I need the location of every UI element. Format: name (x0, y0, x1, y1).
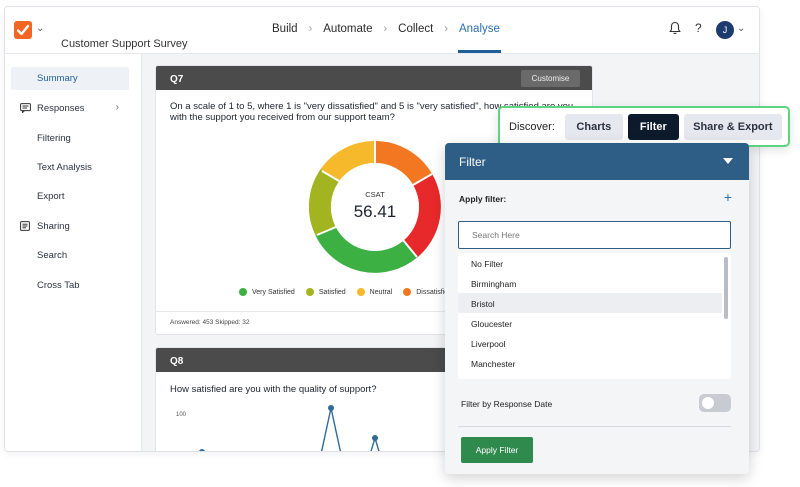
legend-item[interactable]: Very Satisfied (239, 288, 295, 296)
charts-button[interactable]: Charts (564, 113, 623, 140)
chevron-down-icon[interactable]: ⌄ (36, 23, 44, 34)
sidebar-item-responses[interactable]: Responses › (11, 97, 129, 120)
share-export-button[interactable]: Share & Export (683, 113, 782, 140)
chevron-down-icon[interactable]: ⌄ (737, 23, 745, 34)
sidebar-item-label: Summary (37, 73, 78, 84)
chart-legend: Very Satisfied Satisfied Neutral Dissati… (239, 288, 463, 296)
sidebar-item-sharing[interactable]: Sharing (11, 215, 129, 238)
csat-donut-chart: CSAT 56.41 (308, 140, 441, 278)
filter-panel-header[interactable]: Filter (445, 143, 749, 180)
filter-option[interactable]: Liverpool (458, 333, 722, 353)
apply-filter-button[interactable]: Apply Filter (461, 437, 533, 463)
chevron-right-icon: › (308, 23, 313, 35)
sidebar-item-label: Export (37, 191, 65, 202)
filter-option[interactable]: Birmingham (458, 273, 722, 293)
filter-button[interactable]: Filter (627, 113, 679, 140)
sidebar-item-summary[interactable]: Summary (11, 67, 129, 90)
legend-item[interactable]: Satisfied (305, 288, 346, 296)
legend-label: Very Satisfied (252, 288, 295, 296)
divider (458, 426, 731, 427)
sidebar-item-cross-tab[interactable]: Cross Tab (11, 274, 129, 297)
app-logo-icon[interactable] (14, 21, 32, 39)
share-icon (20, 221, 30, 234)
apply-filter-label: Apply filter: (459, 194, 507, 204)
help-icon[interactable]: ? (695, 21, 702, 35)
filter-search-input[interactable] (458, 221, 731, 249)
data-point[interactable] (328, 405, 334, 411)
main-nav: Build › Automate › Collect › Analyse (272, 23, 501, 53)
nav-automate[interactable]: Automate (323, 23, 372, 35)
question-id: Q7 (170, 74, 184, 85)
filter-panel-title: Filter (459, 155, 486, 169)
nav-collect[interactable]: Collect (398, 23, 433, 35)
sidebar-item-export[interactable]: Export (11, 185, 129, 208)
legend-swatch (305, 288, 314, 296)
legend-swatch (239, 288, 247, 296)
survey-title: Customer Support Survey (61, 38, 188, 50)
data-point[interactable] (199, 449, 205, 452)
comment-icon (20, 103, 31, 116)
response-date-label: Filter by Response Date (461, 399, 553, 409)
sidebar-item-label: Filtering (37, 133, 71, 144)
filter-option[interactable]: Manchester (458, 353, 722, 373)
csat-label: CSAT (365, 190, 385, 199)
discover-label: Discover: (509, 120, 555, 133)
filter-option[interactable]: Bristol (458, 293, 722, 313)
response-date-toggle[interactable] (699, 394, 731, 412)
filter-panel: Filter Apply filter: + No Filter Birming… (445, 143, 749, 474)
legend-swatch (403, 288, 412, 296)
list-scrollbar[interactable] (724, 257, 728, 319)
plus-icon[interactable]: + (724, 189, 732, 205)
nav-analyse[interactable]: Analyse (457, 23, 501, 53)
chevron-right-icon: › (115, 102, 119, 113)
sidebar-item-text-analysis[interactable]: Text Analysis (11, 156, 129, 179)
caret-down-icon[interactable] (723, 158, 733, 164)
chevron-right-icon: › (383, 23, 388, 35)
legend-label: Neutral (369, 288, 393, 296)
line-series (320, 407, 342, 451)
sidebar-item-label: Cross Tab (37, 280, 80, 291)
nav-build[interactable]: Build (272, 23, 298, 35)
stage: ⌄ Customer Support Survey Build › Automa… (0, 0, 800, 487)
bell-icon[interactable] (669, 21, 681, 40)
legend-item[interactable]: Neutral (356, 288, 393, 296)
legend-swatch (356, 288, 365, 296)
data-point[interactable] (372, 435, 378, 441)
top-bar: ⌄ Customer Support Survey Build › Automa… (5, 7, 759, 54)
legend-label: Satisfied (318, 288, 346, 296)
sidebar-item-label: Search (37, 250, 68, 261)
toggle-knob (702, 397, 714, 409)
customise-button[interactable]: Customise (521, 70, 580, 87)
sidebar-item-search[interactable]: Search (11, 244, 129, 267)
filter-options-list: No Filter Birmingham Bristol Gloucester … (458, 253, 731, 379)
filter-option[interactable]: Gloucester (458, 313, 722, 333)
sidebar-item-label: Responses (37, 103, 85, 114)
csat-value: 56.41 (353, 202, 397, 221)
discover-toolbar: Discover: Charts Filter Share & Export (498, 106, 790, 147)
sidebar-item-label: Text Analysis (37, 162, 92, 173)
sidebar-item-label: Sharing (37, 221, 70, 232)
sidebar-item-filtering[interactable]: Filtering (11, 127, 129, 150)
avatar[interactable]: J (716, 21, 734, 39)
chevron-right-icon: › (444, 23, 448, 35)
sidebar: Summary Responses › Filtering Text Analy… (5, 54, 142, 451)
filter-option[interactable]: No Filter (458, 253, 722, 273)
